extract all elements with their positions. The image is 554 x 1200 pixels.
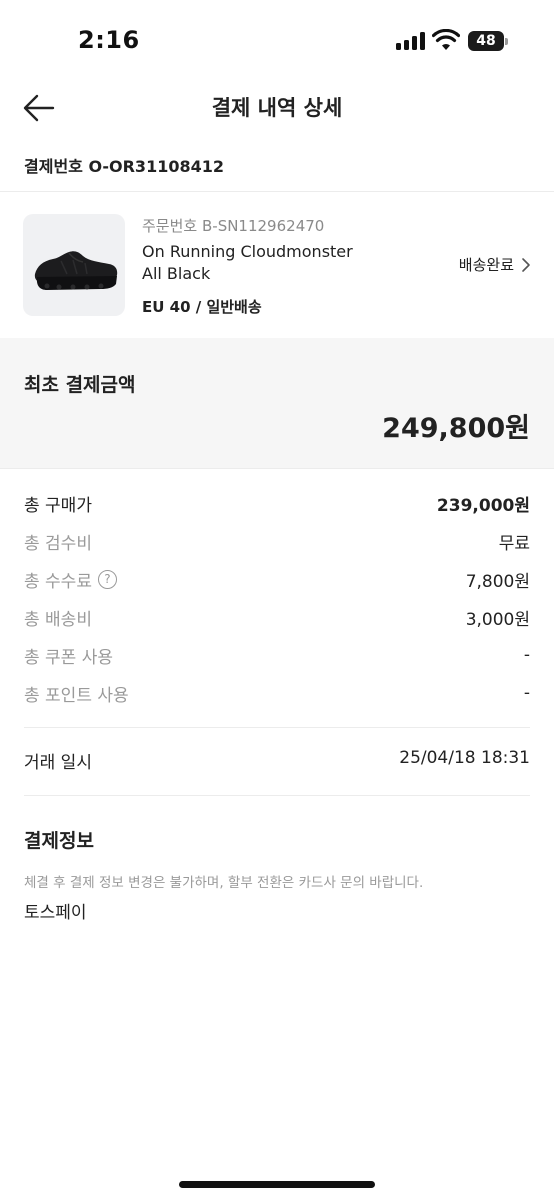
delivery-status-label: 배송완료 xyxy=(458,256,514,274)
breakdown-label: 총 검수비 xyxy=(24,533,92,554)
breakdown-value: 무료 xyxy=(498,533,530,554)
product-name: On Running Cloudmonster All Black xyxy=(142,241,402,285)
order-number-label: 주문번호 xyxy=(142,217,198,235)
chevron-right-icon xyxy=(522,257,530,272)
total-payment-section: 최초 결제금액 249,800원 xyxy=(0,338,554,469)
header: 결제 내역 상세 xyxy=(0,80,554,136)
order-number: 주문번호 B-SN112962470 xyxy=(142,215,324,236)
product-image xyxy=(23,214,125,316)
payment-info-note: 체결 후 결제 정보 변경은 불가하며, 할부 전환은 카드사 문의 바랍니다. xyxy=(24,875,424,891)
battery-icon: 48 xyxy=(468,31,508,51)
breakdown-value: 7,800원 xyxy=(465,571,530,592)
delivery-status-link[interactable]: 배송완료 xyxy=(459,254,532,275)
breakdown-row-fee: 총 수수료 ? 7,800원 xyxy=(24,566,530,592)
payment-number: 결제번호 O-OR31108412 xyxy=(24,153,224,177)
breakdown-label: 총 수수료 xyxy=(24,571,92,592)
breakdown-value: 239,000원 xyxy=(436,495,530,516)
question-circle-icon[interactable]: ? xyxy=(97,569,117,589)
trade-datetime-row: 거래 일시 25/04/18 18:31 xyxy=(24,748,530,773)
product-card[interactable]: 주문번호 B-SN112962470 On Running Cloudmonst… xyxy=(0,192,554,338)
divider xyxy=(24,795,530,796)
breakdown-label: 총 포인트 사용 xyxy=(24,685,129,706)
payment-method: 토스페이 xyxy=(24,903,87,923)
payment-number-label: 결제번호 xyxy=(24,157,83,176)
home-indicator[interactable] xyxy=(179,1181,375,1188)
payment-info-title: 결제정보 xyxy=(24,830,94,852)
cellular-signal-icon xyxy=(396,32,426,50)
breakdown-row-points: 총 포인트 사용 - xyxy=(24,680,530,706)
status-time: 2:16 xyxy=(78,26,140,54)
total-payment-label: 최초 결제금액 xyxy=(24,374,136,396)
breakdown-value: - xyxy=(523,683,530,703)
breakdown-label: 총 구매가 xyxy=(24,495,92,516)
product-option: EU 40 / 일반배송 xyxy=(142,298,262,316)
product-name-line1: On Running Cloudmonster xyxy=(142,242,353,261)
status-bar: 2:16 48 xyxy=(0,0,554,80)
payment-number-value: O-OR31108412 xyxy=(88,157,224,176)
battery-level: 48 xyxy=(476,33,496,49)
product-name-line2: All Black xyxy=(142,264,211,283)
divider xyxy=(24,727,530,728)
breakdown-row-purchase: 총 구매가 239,000원 xyxy=(24,490,530,516)
trade-datetime-value: 25/04/18 18:31 xyxy=(399,748,530,768)
breakdown-value: 3,000원 xyxy=(465,609,530,630)
wifi-icon xyxy=(432,29,460,50)
order-number-value: B-SN112962470 xyxy=(201,217,325,235)
breakdown-label: 총 배송비 xyxy=(24,609,92,630)
breakdown-row-inspection: 총 검수비 무료 xyxy=(24,528,530,554)
trade-datetime-label: 거래 일시 xyxy=(24,753,92,773)
page-title: 결제 내역 상세 xyxy=(211,96,343,120)
breakdown-label: 총 쿠폰 사용 xyxy=(24,647,114,668)
breakdown-row-coupon: 총 쿠폰 사용 - xyxy=(24,642,530,668)
breakdown-value: - xyxy=(523,645,530,665)
total-payment-amount: 249,800원 xyxy=(382,413,530,444)
breakdown-row-shipping: 총 배송비 3,000원 xyxy=(24,604,530,630)
breakdown-label-wrap: 총 수수료 ? xyxy=(24,567,117,592)
shoe-icon xyxy=(34,251,118,290)
